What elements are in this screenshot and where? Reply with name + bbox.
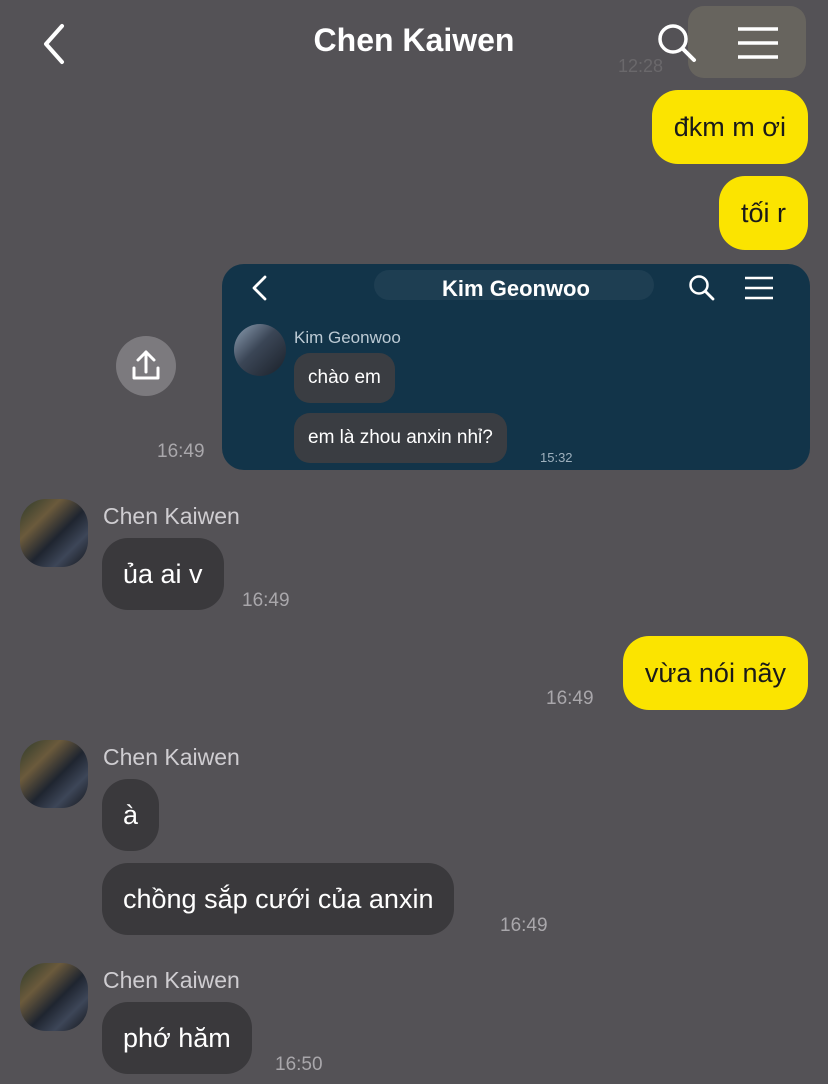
their-message-bubble[interactable]: chồng sắp cưới của anxin	[102, 863, 455, 935]
sender-name: Chen Kaiwen	[103, 503, 240, 529]
message-time: 15:32	[540, 450, 573, 465]
my-message-bubble[interactable]: đkm m ơi	[651, 90, 808, 164]
sender-name: Kim Geonwoo	[294, 328, 401, 347]
sender-name: Chen Kaiwen	[103, 744, 240, 770]
message-time: 16:49	[157, 441, 205, 462]
avatar[interactable]	[20, 963, 88, 1031]
message-time: 16:50	[275, 1054, 323, 1075]
my-message-bubble[interactable]: tối r	[718, 176, 808, 250]
message-bubble: chào em	[294, 353, 395, 403]
search-icon	[688, 274, 716, 307]
their-message-bubble[interactable]: ủa ai v	[102, 538, 224, 610]
share-button[interactable]	[116, 336, 176, 396]
their-message-bubble[interactable]: à	[102, 779, 160, 851]
menu-icon	[744, 275, 774, 306]
chat-title: Chen Kaiwen	[313, 22, 515, 58]
sender-name: Chen Kaiwen	[103, 967, 240, 993]
avatar[interactable]	[20, 740, 88, 808]
message-time: 16:49	[546, 688, 594, 709]
search-icon[interactable]	[656, 22, 698, 64]
message-bubble: em là zhou anxin nhỉ?	[294, 413, 507, 463]
menu-icon[interactable]	[736, 24, 780, 62]
message-time: 16:49	[242, 590, 290, 611]
my-message-bubble[interactable]: vừa nói nãy	[622, 636, 808, 710]
message-time: 16:49	[500, 915, 548, 936]
screenshot-chat-title: Kim Geonwoo	[442, 276, 590, 301]
avatar	[234, 324, 286, 376]
shared-screenshot[interactable]: Kim Geonwoo Kim Geonwoo chào em em là zh…	[222, 264, 810, 470]
their-message-bubble[interactable]: phớ hăm	[102, 1002, 252, 1074]
avatar[interactable]	[20, 499, 88, 567]
